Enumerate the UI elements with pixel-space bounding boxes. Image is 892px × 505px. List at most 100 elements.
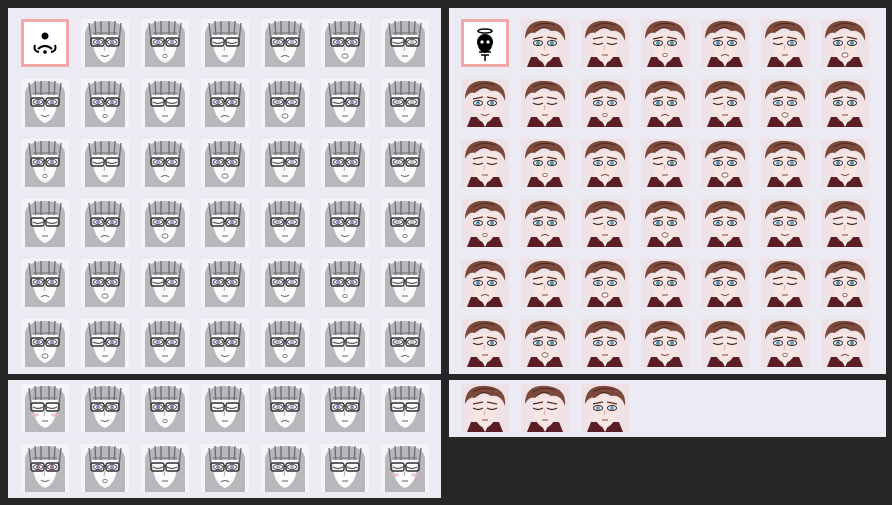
face-tile[interactable] xyxy=(581,19,629,67)
face-tile[interactable] xyxy=(521,319,569,367)
face-tile[interactable] xyxy=(321,199,369,247)
face-tile[interactable] xyxy=(201,199,249,247)
face-tile[interactable] xyxy=(201,79,249,127)
face-tile[interactable] xyxy=(21,199,69,247)
face-tile[interactable] xyxy=(201,19,249,67)
face-tile[interactable] xyxy=(581,79,629,127)
face-tile[interactable] xyxy=(201,259,249,307)
face-tile[interactable] xyxy=(761,19,809,67)
face-tile[interactable] xyxy=(381,444,429,492)
selected-face-tile[interactable] xyxy=(21,19,69,67)
face-tile[interactable] xyxy=(201,384,249,432)
face-tile[interactable] xyxy=(81,259,129,307)
face-tile[interactable] xyxy=(521,19,569,67)
face-tile[interactable] xyxy=(321,259,369,307)
face-tile[interactable] xyxy=(581,319,629,367)
face-tile[interactable] xyxy=(521,199,569,247)
face-tile[interactable] xyxy=(381,319,429,367)
face-tile[interactable] xyxy=(261,319,309,367)
face-tile[interactable] xyxy=(21,139,69,187)
face-tile[interactable] xyxy=(201,319,249,367)
face-tile[interactable] xyxy=(701,319,749,367)
face-tile[interactable] xyxy=(461,259,509,307)
face-tile[interactable] xyxy=(821,319,869,367)
face-tile[interactable] xyxy=(641,19,689,67)
face-tile[interactable] xyxy=(821,79,869,127)
face-tile[interactable] xyxy=(141,199,189,247)
face-tile[interactable] xyxy=(321,384,369,432)
face-tile[interactable] xyxy=(761,319,809,367)
face-tile[interactable] xyxy=(641,259,689,307)
face-tile[interactable] xyxy=(381,199,429,247)
face-tile[interactable] xyxy=(21,444,69,492)
face-tile[interactable] xyxy=(141,319,189,367)
face-tile[interactable] xyxy=(321,79,369,127)
face-tile[interactable] xyxy=(261,19,309,67)
face-tile[interactable] xyxy=(261,259,309,307)
face-tile[interactable] xyxy=(701,79,749,127)
face-tile[interactable] xyxy=(581,384,629,432)
face-tile[interactable] xyxy=(141,19,189,67)
face-tile[interactable] xyxy=(761,259,809,307)
face-tile[interactable] xyxy=(821,139,869,187)
face-tile[interactable] xyxy=(81,384,129,432)
face-tile[interactable] xyxy=(521,259,569,307)
face-tile[interactable] xyxy=(81,139,129,187)
face-tile[interactable] xyxy=(581,139,629,187)
face-tile[interactable] xyxy=(381,79,429,127)
face-tile[interactable] xyxy=(261,139,309,187)
face-tile[interactable] xyxy=(461,384,509,432)
face-tile[interactable] xyxy=(581,199,629,247)
face-tile[interactable] xyxy=(201,444,249,492)
face-tile[interactable] xyxy=(381,384,429,432)
face-tile[interactable] xyxy=(701,199,749,247)
face-tile[interactable] xyxy=(321,444,369,492)
face-tile[interactable] xyxy=(821,19,869,67)
face-tile[interactable] xyxy=(261,79,309,127)
face-tile[interactable] xyxy=(641,319,689,367)
face-tile[interactable] xyxy=(381,19,429,67)
selected-face-tile[interactable] xyxy=(461,19,509,67)
face-tile[interactable] xyxy=(381,259,429,307)
face-tile[interactable] xyxy=(761,199,809,247)
face-tile[interactable] xyxy=(521,139,569,187)
face-tile[interactable] xyxy=(21,319,69,367)
face-tile[interactable] xyxy=(461,199,509,247)
face-tile[interactable] xyxy=(461,79,509,127)
face-tile[interactable] xyxy=(141,259,189,307)
face-tile[interactable] xyxy=(761,79,809,127)
face-tile[interactable] xyxy=(21,79,69,127)
face-tile[interactable] xyxy=(141,139,189,187)
face-tile[interactable] xyxy=(141,384,189,432)
face-tile[interactable] xyxy=(521,384,569,432)
face-tile[interactable] xyxy=(461,139,509,187)
face-tile[interactable] xyxy=(641,199,689,247)
face-tile[interactable] xyxy=(821,199,869,247)
face-tile[interactable] xyxy=(821,259,869,307)
face-tile[interactable] xyxy=(641,139,689,187)
face-tile[interactable] xyxy=(81,319,129,367)
face-tile[interactable] xyxy=(321,19,369,67)
face-tile[interactable] xyxy=(81,199,129,247)
face-tile[interactable] xyxy=(261,199,309,247)
face-tile[interactable] xyxy=(321,319,369,367)
face-tile[interactable] xyxy=(141,79,189,127)
face-tile[interactable] xyxy=(201,139,249,187)
face-tile[interactable] xyxy=(21,384,69,432)
face-tile[interactable] xyxy=(261,384,309,432)
face-tile[interactable] xyxy=(141,444,189,492)
face-tile[interactable] xyxy=(641,79,689,127)
face-tile[interactable] xyxy=(761,139,809,187)
face-tile[interactable] xyxy=(701,139,749,187)
face-tile[interactable] xyxy=(521,79,569,127)
face-tile[interactable] xyxy=(381,139,429,187)
face-tile[interactable] xyxy=(581,259,629,307)
face-tile[interactable] xyxy=(81,19,129,67)
face-tile[interactable] xyxy=(21,259,69,307)
face-tile[interactable] xyxy=(81,444,129,492)
face-tile[interactable] xyxy=(701,259,749,307)
face-tile[interactable] xyxy=(321,139,369,187)
face-tile[interactable] xyxy=(461,319,509,367)
face-tile[interactable] xyxy=(81,79,129,127)
face-tile[interactable] xyxy=(701,19,749,67)
